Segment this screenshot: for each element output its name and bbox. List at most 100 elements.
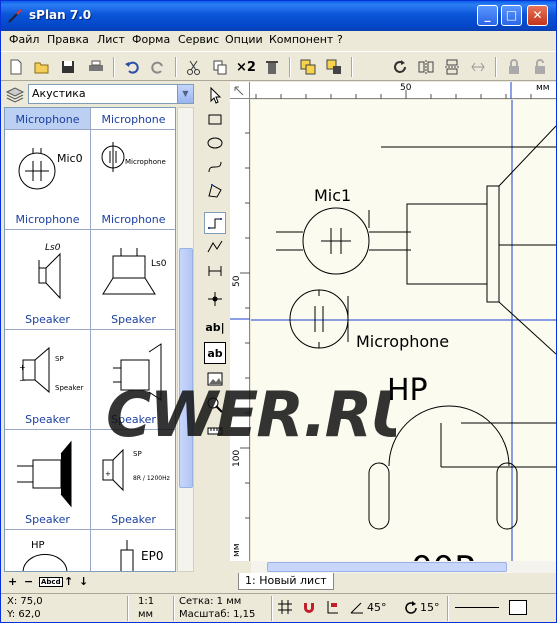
zoom-level: Масштаб: 1,15 — [179, 609, 256, 620]
drawing-canvas[interactable]: Mic1 Microphone HP 00P — [251, 100, 556, 561]
unlock-icon[interactable] — [529, 56, 551, 78]
dimension-icon[interactable] — [204, 260, 226, 282]
close-button[interactable]: ✕ — [527, 5, 548, 26]
component-cell[interactable]: Mic0 Microphone — [5, 130, 91, 230]
save-icon[interactable] — [57, 56, 79, 78]
menu-edit[interactable]: Правка — [47, 33, 89, 46]
title-bar[interactable]: sPlan 7.0 _ □ ✕ — [1, 1, 556, 31]
menu-sheet[interactable]: Лист — [97, 33, 125, 46]
duplicate-x2-icon[interactable]: ×2 — [235, 56, 257, 78]
grid-toggle-icon[interactable] — [277, 599, 293, 615]
library-panel: Акустика ▼ Microphone Microphone Mic0 Mi… — [1, 82, 201, 592]
sheet-tab[interactable]: 1: Новый лист — [238, 573, 334, 590]
minimize-button[interactable]: _ — [477, 5, 498, 26]
microphone-text: Microphone — [125, 158, 166, 166]
ungroup-icon[interactable] — [323, 56, 345, 78]
snap-icon[interactable] — [325, 599, 341, 615]
print-icon[interactable] — [85, 56, 107, 78]
component-cell[interactable]: Speaker — [5, 430, 91, 530]
drawing-toolbox: ab| ab — [201, 82, 229, 592]
copy-icon[interactable] — [209, 56, 231, 78]
line-icon[interactable] — [204, 212, 226, 234]
angle-icon[interactable] — [349, 601, 365, 615]
component-cell[interactable]: HP — [5, 530, 91, 571]
chevron-down-icon[interactable]: ▼ — [177, 85, 193, 103]
component-cell[interactable]: EP0 — [91, 530, 175, 571]
pointer-icon[interactable] — [204, 84, 226, 106]
ellipse-icon[interactable] — [204, 132, 226, 154]
lock-icon[interactable] — [503, 56, 525, 78]
measure-icon[interactable] — [204, 420, 226, 442]
rotate-icon[interactable] — [389, 56, 411, 78]
undo-icon[interactable] — [121, 56, 143, 78]
component-label: Speaker — [25, 313, 70, 326]
component-cell[interactable]: Microphone — [91, 108, 175, 130]
group-icon[interactable] — [297, 56, 319, 78]
component-cell[interactable]: Ls0 Speaker — [91, 230, 175, 330]
component-label: Microphone — [101, 113, 166, 126]
library-scrollbar[interactable] — [177, 107, 194, 572]
magnet-icon[interactable] — [301, 599, 317, 615]
mirror-h-icon[interactable] — [415, 56, 437, 78]
cursor-y: Y: 62,0 — [7, 609, 41, 620]
fill-style-preview[interactable] — [509, 600, 527, 615]
component-cell[interactable]: Microphone — [5, 108, 91, 130]
component-cell[interactable]: + SP 8R / 1200Hz Speaker — [91, 430, 175, 530]
rectangle-icon[interactable] — [204, 108, 226, 130]
horizontal-scrollbar[interactable] — [251, 561, 556, 573]
redo-icon[interactable] — [147, 56, 169, 78]
splan-app-icon — [8, 9, 22, 23]
polyline-icon[interactable] — [204, 236, 226, 258]
add-button[interactable]: + — [8, 575, 17, 588]
rotate-angle-icon[interactable] — [403, 600, 419, 616]
textbox-icon[interactable]: ab — [204, 342, 226, 364]
svg-text:EP0: EP0 — [141, 549, 163, 563]
text-icon[interactable]: ab| — [204, 316, 226, 338]
status-separator — [271, 596, 273, 621]
menu-shape[interactable]: Форма — [132, 33, 170, 46]
speaker-symbol-icon: Ls0 — [102, 248, 167, 295]
junction-icon[interactable] — [204, 288, 226, 310]
zoom-icon[interactable] — [204, 394, 226, 416]
scrollbar-thumb[interactable] — [179, 248, 193, 488]
menu-help[interactable]: ? — [337, 33, 343, 46]
scrollbar-thumb[interactable] — [267, 562, 507, 572]
maximize-button[interactable]: □ — [501, 5, 522, 26]
svg-text:−: − — [19, 376, 26, 385]
menu-file[interactable]: Файл — [9, 33, 39, 46]
bezier-icon[interactable] — [204, 156, 226, 178]
mirror-v-icon[interactable] — [441, 56, 463, 78]
rename-button[interactable]: Abcd — [39, 577, 63, 587]
library-dropdown[interactable]: Акустика ▼ — [28, 84, 194, 104]
svg-text:8R / 1200Hz: 8R / 1200Hz — [133, 475, 170, 482]
bottom-label: 00P — [411, 549, 475, 561]
line-style-preview[interactable] — [455, 607, 499, 608]
move-down-button[interactable]: ↓ — [79, 575, 88, 588]
speaker-symbol-icon: + SP 8R / 1200Hz — [102, 448, 170, 492]
mic0-text: Mic0 — [57, 152, 83, 165]
toolbar-separator — [175, 57, 177, 77]
component-cell[interactable]: + − SP Speaker Speaker — [5, 330, 91, 430]
component-label: Speaker — [111, 413, 156, 426]
headphone-symbol-icon: HP — [22, 540, 68, 571]
open-icon[interactable] — [31, 56, 53, 78]
ruler-label: 50 — [400, 83, 412, 93]
cut-icon[interactable] — [183, 56, 205, 78]
component-cell[interactable]: Ls0 Speaker — [5, 230, 91, 330]
move-up-button[interactable]: ↑ — [64, 575, 73, 588]
menu-options[interactable]: Опции — [225, 33, 263, 46]
component-cell[interactable]: Microphone Microphone — [91, 130, 175, 230]
menu-component[interactable]: Компонент — [269, 33, 333, 46]
align-icon[interactable] — [467, 56, 489, 78]
component-label: Speaker — [111, 313, 156, 326]
component-cell[interactable]: Speaker — [91, 330, 175, 430]
delete-icon[interactable] — [261, 56, 283, 78]
svg-text:HP: HP — [31, 540, 45, 551]
angle-step-2: 15° — [420, 601, 440, 614]
menu-service[interactable]: Сервис — [178, 33, 219, 46]
image-icon[interactable] — [204, 368, 226, 390]
remove-button[interactable]: − — [24, 575, 33, 588]
new-icon[interactable] — [5, 56, 27, 78]
polygon-icon[interactable] — [204, 180, 226, 202]
svg-text:Ls0: Ls0 — [45, 243, 61, 253]
